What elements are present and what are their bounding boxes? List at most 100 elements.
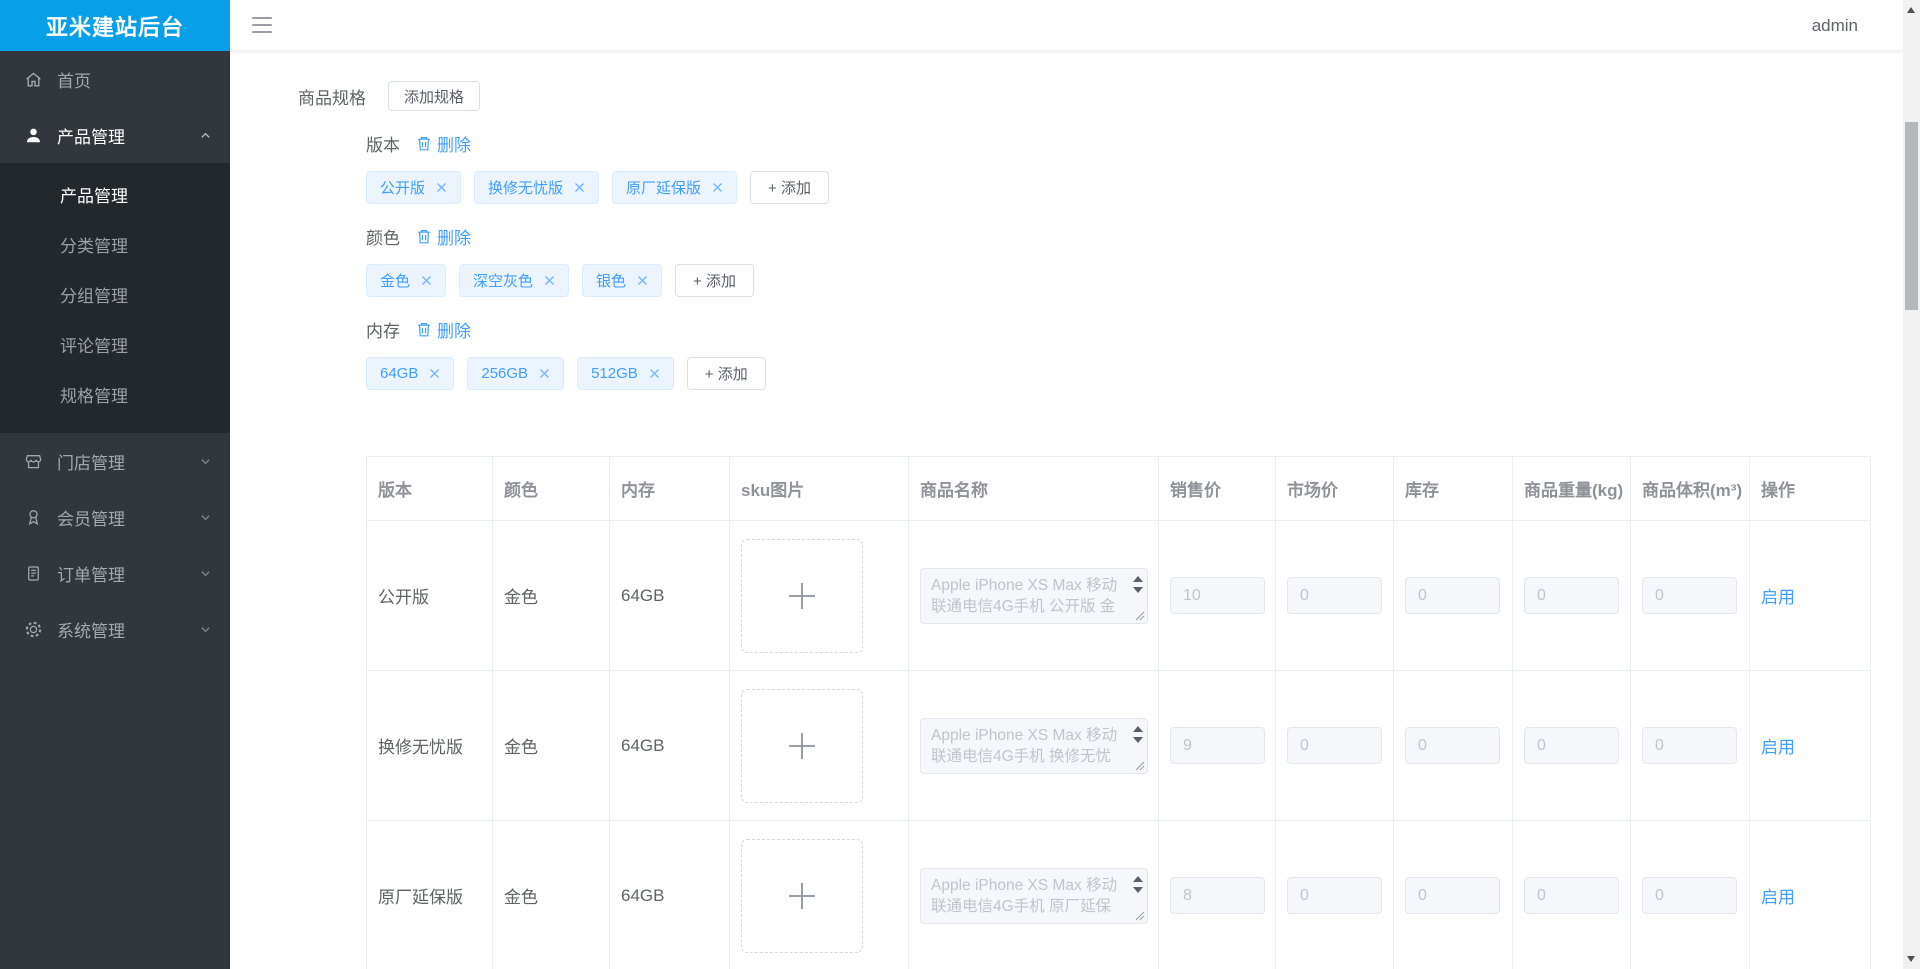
- scroll-down-icon[interactable]: [1133, 586, 1143, 593]
- delete-spec-link[interactable]: 删除: [437, 317, 471, 342]
- submenu-item-label: 产品管理: [60, 186, 128, 206]
- product-name-textarea[interactable]: Apple iPhone XS Max 移动 联通电信4G手机 原厂延保: [920, 867, 1148, 924]
- weight-input[interactable]: [1524, 577, 1619, 614]
- spec-section-header: 商品规格 添加规格: [298, 81, 1903, 111]
- trash-icon[interactable]: [416, 321, 432, 338]
- volume-input[interactable]: [1642, 727, 1737, 764]
- sidebar-subitem-comment-management[interactable]: 评论管理: [0, 319, 230, 369]
- topbar: admin: [230, 0, 1903, 51]
- tag-close-icon[interactable]: [436, 182, 447, 193]
- sidebar-subitem-spec-management[interactable]: 规格管理: [0, 369, 230, 419]
- spec-section-label: 商品规格: [298, 88, 366, 108]
- image-upload-box[interactable]: [741, 838, 863, 953]
- enable-link[interactable]: 启用: [1761, 583, 1795, 608]
- product-name-line: 联通电信4G手机 换修无忧: [931, 747, 1111, 765]
- scroll-down-icon[interactable]: [1133, 886, 1143, 893]
- spec-tag: 深空灰色: [459, 264, 570, 297]
- cell-actions: 启用: [1750, 671, 1871, 821]
- product-name-line: Apple iPhone XS Max 移动: [931, 576, 1118, 594]
- sidebar-subitem-product-management[interactable]: 产品管理: [0, 169, 230, 219]
- tag-label: 512GB: [591, 365, 638, 382]
- product-name-textarea[interactable]: Apple iPhone XS Max 移动 联通电信4G手机 公开版 金: [920, 567, 1148, 624]
- product-name-line: 联通电信4G手机 原厂延保: [931, 897, 1111, 915]
- product-name-line: 联通电信4G手机 公开版 金: [931, 597, 1116, 615]
- hamburger-menu-icon[interactable]: [252, 17, 272, 33]
- tag-label: 金色: [380, 273, 411, 290]
- sidebar-item-member-management[interactable]: 会员管理: [0, 489, 230, 545]
- sidebar-subitem-group-management[interactable]: 分组管理: [0, 269, 230, 319]
- delete-spec-link[interactable]: 删除: [437, 224, 471, 249]
- add-spec-button-label: 添加规格: [404, 88, 465, 106]
- market-price-input[interactable]: [1287, 877, 1382, 914]
- scroll-up-icon[interactable]: [1133, 725, 1143, 732]
- cell-sku-image: [730, 821, 909, 969]
- cell-memory: 64GB: [610, 671, 730, 821]
- tag-close-icon[interactable]: [649, 368, 660, 379]
- enable-link[interactable]: 启用: [1761, 883, 1795, 908]
- textarea-scrollbar[interactable]: [1133, 875, 1143, 893]
- add-spec-button[interactable]: 添加规格: [388, 81, 481, 111]
- textarea-scrollbar[interactable]: [1133, 725, 1143, 743]
- window-scrollbar[interactable]: [1903, 0, 1920, 969]
- tag-close-icon[interactable]: [421, 275, 432, 286]
- sale-price-input[interactable]: [1170, 727, 1265, 764]
- tag-close-icon[interactable]: [539, 368, 550, 379]
- tag-close-icon[interactable]: [429, 368, 440, 379]
- volume-input[interactable]: [1642, 577, 1737, 614]
- product-name-line: Apple iPhone XS Max 移动: [931, 726, 1118, 744]
- enable-link[interactable]: 启用: [1761, 733, 1795, 758]
- resize-grip-icon[interactable]: [1135, 911, 1145, 921]
- weight-input[interactable]: [1524, 727, 1619, 764]
- sale-price-input[interactable]: [1170, 877, 1265, 914]
- sidebar-item-product-management[interactable]: 产品管理: [0, 107, 230, 163]
- weight-input[interactable]: [1524, 877, 1619, 914]
- tag-close-icon[interactable]: [544, 275, 555, 286]
- spec-tag: 512GB: [577, 357, 674, 390]
- market-price-input[interactable]: [1287, 727, 1382, 764]
- scrollbar-down-icon[interactable]: [1907, 956, 1915, 962]
- add-tag-button-label: + 添加: [693, 273, 736, 290]
- resize-grip-icon[interactable]: [1135, 761, 1145, 771]
- delete-spec-link[interactable]: 删除: [437, 131, 471, 156]
- image-upload-box[interactable]: [741, 688, 863, 803]
- add-tag-button[interactable]: + 添加: [686, 357, 766, 390]
- spec-group-version-label-row: 版本 删除: [366, 131, 1903, 156]
- sale-price-input[interactable]: [1170, 577, 1265, 614]
- sidebar-item-label: 产品管理: [57, 127, 125, 147]
- user-menu[interactable]: admin: [1812, 0, 1858, 51]
- scroll-up-icon[interactable]: [1133, 875, 1143, 882]
- product-name-line: Apple iPhone XS Max 移动: [931, 876, 1118, 894]
- sidebar-item-home[interactable]: 首页: [0, 51, 230, 107]
- stock-input[interactable]: [1405, 577, 1500, 614]
- tag-close-icon[interactable]: [712, 182, 723, 193]
- scroll-down-icon[interactable]: [1133, 736, 1143, 743]
- sidebar-item-order-management[interactable]: 订单管理: [0, 545, 230, 601]
- add-tag-button[interactable]: + 添加: [675, 264, 754, 297]
- sidebar-item-store-management[interactable]: 门店管理: [0, 433, 230, 489]
- tag-close-icon[interactable]: [637, 275, 648, 286]
- stock-input[interactable]: [1405, 727, 1500, 764]
- textarea-scrollbar[interactable]: [1133, 575, 1143, 593]
- scroll-up-icon[interactable]: [1133, 575, 1143, 582]
- volume-input[interactable]: [1642, 877, 1737, 914]
- scrollbar-up-icon[interactable]: [1907, 7, 1915, 13]
- cell-market-price: [1276, 521, 1394, 671]
- col-header-memory: 内存: [610, 457, 730, 521]
- tag-close-icon[interactable]: [574, 182, 585, 193]
- trash-icon[interactable]: [416, 228, 432, 245]
- image-upload-box[interactable]: [741, 538, 863, 653]
- sidebar-subitem-category-management[interactable]: 分类管理: [0, 219, 230, 269]
- add-tag-button[interactable]: + 添加: [750, 171, 829, 204]
- cell-market-price: [1276, 821, 1394, 969]
- col-header-color: 颜色: [493, 457, 610, 521]
- sidebar-item-system-management[interactable]: 系统管理: [0, 601, 230, 657]
- app-logo-title: 亚米建站后台: [0, 0, 230, 51]
- trash-icon[interactable]: [416, 135, 432, 152]
- sidebar: 亚米建站后台 首页 产品管理 产品管理 分类管理 分组管理 评论管理 规格管理 …: [0, 0, 230, 969]
- scrollbar-thumb[interactable]: [1905, 122, 1918, 310]
- resize-grip-icon[interactable]: [1135, 611, 1145, 621]
- stock-input[interactable]: [1405, 877, 1500, 914]
- market-price-input[interactable]: [1287, 577, 1382, 614]
- product-name-textarea[interactable]: Apple iPhone XS Max 移动 联通电信4G手机 换修无忧: [920, 717, 1148, 774]
- cell-weight: [1513, 671, 1631, 821]
